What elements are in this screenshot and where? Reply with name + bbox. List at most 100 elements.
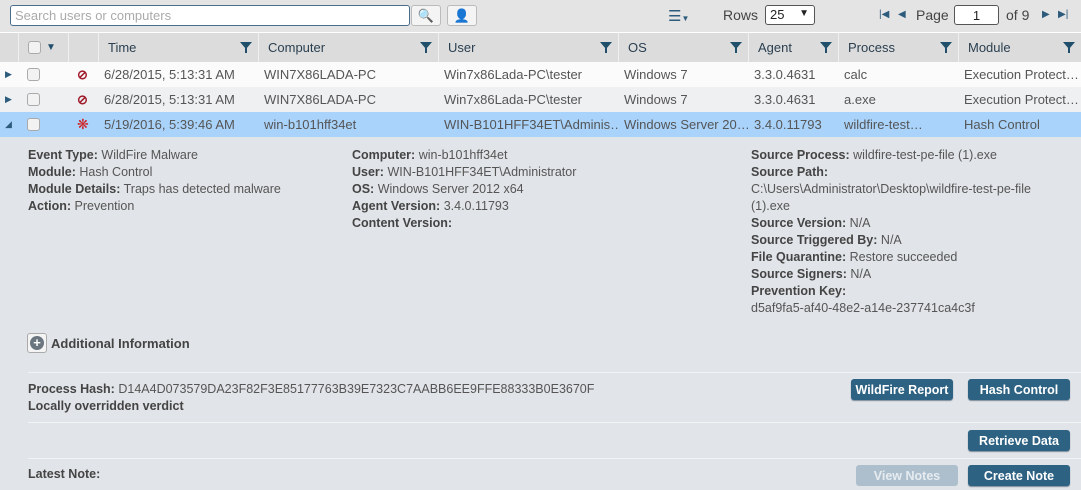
clear-search-button[interactable]: 👤	[447, 5, 477, 26]
plus-circle-icon[interactable]: +	[27, 333, 47, 353]
prev-page-icon[interactable]: ◀	[898, 9, 906, 20]
field-label: Source Signers:	[751, 267, 847, 281]
column-header-module[interactable]: Module	[958, 33, 1081, 62]
cell-os: Windows Server 20…	[624, 117, 748, 132]
field-value: WIN-B101HFF34ET\Administrator	[387, 165, 577, 179]
column-header-agent[interactable]: Agent	[748, 33, 838, 62]
search-input[interactable]	[10, 5, 410, 26]
row-select[interactable]	[18, 87, 68, 112]
select-menu-icon[interactable]: ▼	[46, 42, 56, 53]
page-input[interactable]: 1	[954, 5, 999, 25]
malware-bug-icon: ❋	[77, 116, 89, 132]
row-checkbox[interactable]	[27, 118, 40, 131]
filter-icon[interactable]	[420, 42, 432, 53]
column-label: Computer	[268, 40, 326, 55]
cell-module: Hash Control	[964, 117, 1040, 132]
field-label: Module:	[28, 165, 76, 179]
cell-user: Win7x86Lada-PC\tester	[444, 67, 583, 82]
field-label: Source Process:	[751, 148, 850, 162]
column-header-computer[interactable]: Computer	[258, 33, 438, 62]
column-label: OS	[628, 40, 647, 55]
hash-control-button[interactable]: Hash Control	[968, 379, 1070, 400]
latest-note-label: Latest Note:	[28, 467, 101, 481]
field-label: Source Triggered By:	[751, 233, 878, 247]
field-label: Agent Version:	[352, 199, 441, 213]
column-header-time[interactable]: Time	[98, 33, 258, 62]
select-all-checkbox[interactable]	[28, 41, 41, 54]
prevention-key: d5af9fa5-af40-48e2-a14e-237741ca4c3f	[751, 301, 975, 315]
field-value: win-b101hff34et	[418, 148, 508, 162]
column-label: Process	[848, 40, 895, 55]
field-label: Action:	[28, 199, 72, 213]
field-value: Hash Control	[79, 165, 153, 179]
column-label: Module	[968, 40, 1011, 55]
expand-row-icon[interactable]: ▶	[0, 62, 18, 87]
column-header-os[interactable]: OS	[618, 33, 748, 62]
cell-user: Win7x86Lada-PC\tester	[444, 92, 583, 107]
filter-icon[interactable]	[1063, 42, 1075, 53]
expand-row-icon[interactable]: ▶	[0, 87, 18, 112]
source-triggered-by: N/A	[880, 233, 902, 247]
field-label: Process Hash:	[28, 382, 115, 396]
column-label: User	[448, 40, 476, 55]
field-label: Event Type:	[28, 148, 98, 162]
column-menu-icon[interactable]: ☰▼	[668, 7, 689, 25]
rows-select[interactable]: 25 ▼	[765, 5, 815, 25]
view-notes-button[interactable]: View Notes	[856, 465, 958, 486]
divider	[28, 422, 1081, 423]
clear-user-icon: 👤	[453, 7, 471, 23]
details-col-3: Source Process: wildfire-test-pe-file (1…	[751, 147, 1071, 317]
page-count: of 9	[1006, 7, 1030, 23]
cell-time: 6/28/2015, 5:13:31 AM	[104, 67, 235, 82]
details-col-2: Computer: win-b101hff34et User: WIN-B101H…	[352, 147, 576, 232]
rows-value: 25	[770, 7, 785, 22]
filter-icon[interactable]	[730, 42, 742, 53]
cell-module: Execution Protect…	[964, 92, 1079, 107]
toolbar: 🔍 👤 ☰▼ Rows 25 ▼ |◀ ◀ Page 1 of 9 ▶ ▶|	[0, 0, 1081, 32]
filter-icon[interactable]	[940, 42, 952, 53]
filter-icon[interactable]	[600, 42, 612, 53]
field-value: 3.4.0.11793	[443, 199, 509, 213]
table-row[interactable]: ▶ ⊘ 6/28/2015, 5:13:31 AM WIN7X86LADA-PC Win…	[0, 87, 1081, 112]
cell-module: Execution Protect…	[964, 67, 1079, 82]
file-quarantine: Restore succeeded	[849, 250, 958, 264]
filter-icon[interactable]	[820, 42, 832, 53]
column-header-user[interactable]: User	[438, 33, 618, 62]
select-all[interactable]: ▼	[18, 33, 68, 62]
cell-process: calc	[844, 67, 868, 82]
row-checkbox[interactable]	[27, 68, 40, 81]
wildfire-report-button[interactable]: WildFire Report	[851, 379, 953, 400]
cell-os: Windows 7	[624, 67, 688, 82]
field-label: Computer:	[352, 148, 416, 162]
search-button[interactable]: 🔍	[411, 5, 441, 26]
block-icon: ⊘	[77, 66, 88, 82]
collapse-row-icon[interactable]: ◢	[0, 112, 18, 137]
first-page-icon[interactable]: |◀	[879, 9, 889, 20]
create-note-button[interactable]: Create Note	[968, 465, 1070, 486]
additional-info-toggle[interactable]: + Additional Information	[27, 333, 190, 353]
row-checkbox[interactable]	[27, 93, 40, 106]
cell-agent: 3.4.0.11793	[754, 117, 822, 132]
row-select[interactable]	[18, 62, 68, 87]
filter-icon[interactable]	[240, 42, 252, 53]
cell-computer: WIN7X86LADA-PC	[264, 67, 376, 82]
next-page-icon[interactable]: ▶	[1042, 9, 1050, 20]
cell-time: 6/28/2015, 5:13:31 AM	[104, 92, 235, 107]
field-label: Prevention Key:	[751, 284, 847, 298]
table-row[interactable]: ▶ ⊘ 6/28/2015, 5:13:31 AM WIN7X86LADA-PC Win…	[0, 62, 1081, 87]
row-select[interactable]	[18, 112, 68, 137]
last-page-icon[interactable]: ▶|	[1058, 9, 1068, 20]
field-label: User:	[352, 165, 384, 179]
cell-os: Windows 7	[624, 92, 688, 107]
table-row[interactable]: ◢ ❋ 5/19/2016, 5:39:46 AM win-b101hff34et WI…	[0, 112, 1081, 137]
retrieve-data-button[interactable]: Retrieve Data	[968, 430, 1070, 451]
column-header-process[interactable]: Process	[838, 33, 958, 62]
verdict-text: Locally overridden verdict	[28, 399, 184, 413]
source-process: wildfire-test-pe-file (1).exe	[853, 148, 997, 162]
field-label: OS:	[352, 182, 375, 196]
cell-process: wildfire-test…	[844, 117, 923, 132]
cell-user: WIN-B101HFF34ET\Adminis…	[444, 117, 618, 132]
field-value: Prevention	[74, 199, 135, 213]
cell-time: 5/19/2016, 5:39:46 AM	[104, 117, 235, 132]
source-path: C:\Users\Administrator\Desktop\wildfire-…	[751, 182, 1031, 213]
